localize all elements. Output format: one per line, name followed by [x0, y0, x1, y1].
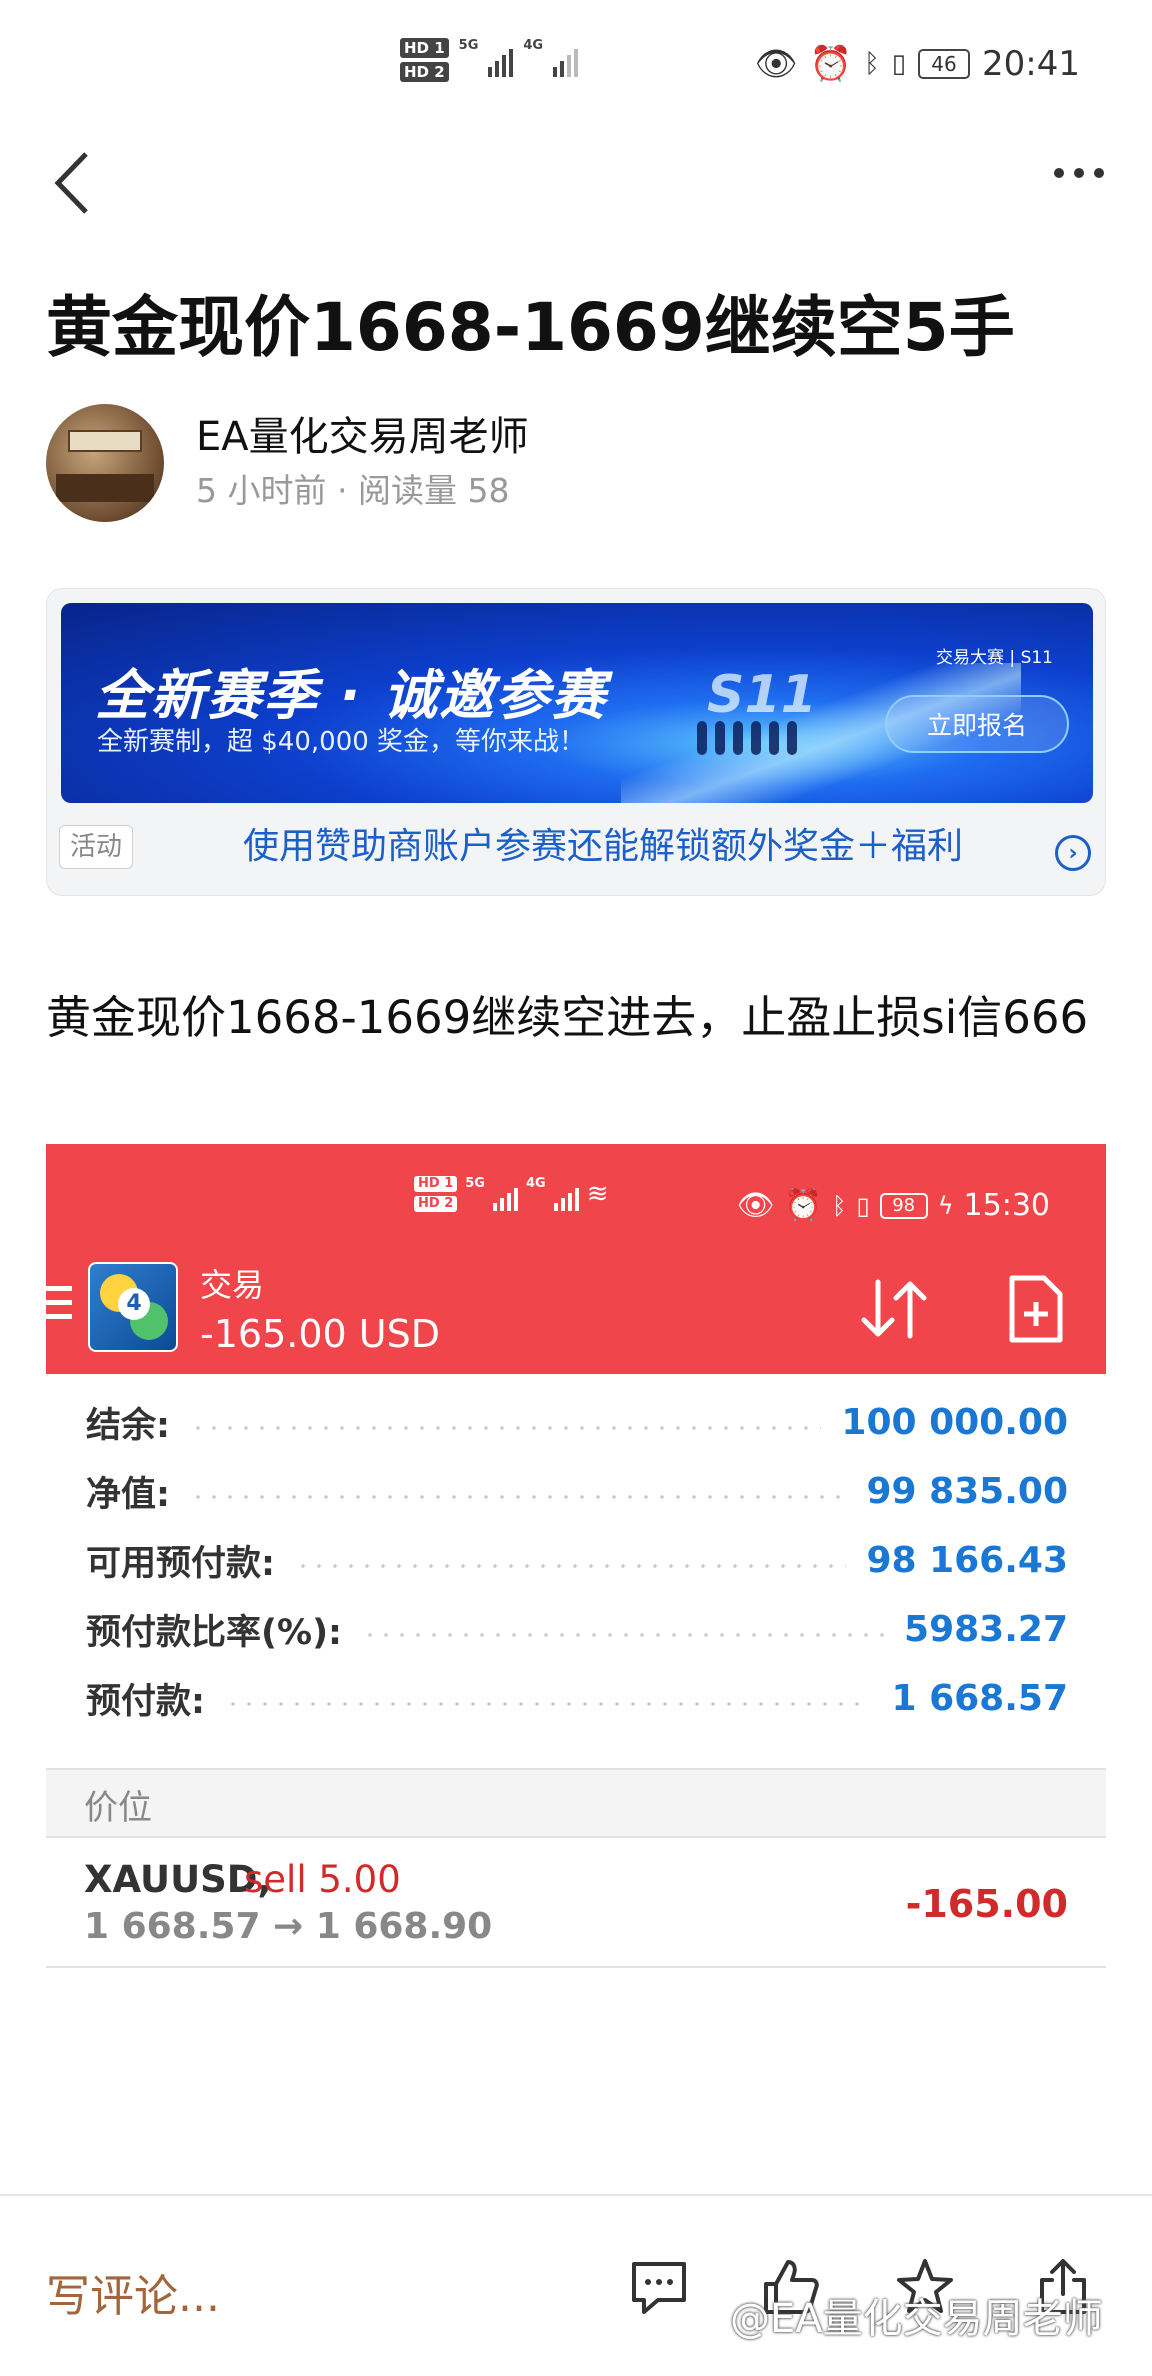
- sim2-badge: HD 2: [400, 62, 449, 82]
- register-button[interactable]: 立即报名: [885, 695, 1069, 753]
- balance-row: 结余: 100 000.00: [46, 1388, 1106, 1457]
- signal-weak-icon: [553, 43, 579, 77]
- wifi-icon: ≋: [586, 1179, 609, 1209]
- bluetooth-icon: ᛒ: [832, 1191, 847, 1220]
- comment-input[interactable]: 写评论...: [46, 2260, 220, 2324]
- ad-brand: 交易大赛 | S11: [936, 648, 1053, 668]
- back-icon[interactable]: [52, 150, 92, 216]
- vibrate-icon: ▯: [856, 1191, 870, 1220]
- equity-row: 净值: 99 835.00: [46, 1457, 1106, 1526]
- ad-banner[interactable]: 全新赛季 · 诚邀参赛 全新赛制，超 $40,000 奖金，等你来战！ S11 …: [61, 603, 1093, 803]
- ad-tag: 活动: [59, 825, 134, 869]
- signal-icon: [553, 1177, 579, 1211]
- author-name[interactable]: EA量化交易周老师: [196, 409, 529, 465]
- row-value: 1 668.57: [891, 1678, 1068, 1719]
- ad-link[interactable]: 使用赞助商账户参赛还能解锁额外奖金＋福利: [243, 819, 963, 875]
- comment-icon[interactable]: [628, 2256, 690, 2318]
- signal-icon: [488, 43, 514, 77]
- ad-card[interactable]: 全新赛季 · 诚邀参赛 全新赛制，超 $40,000 奖金，等你来战！ S11 …: [46, 588, 1106, 896]
- chevron-right-icon[interactable]: ›: [1055, 835, 1091, 871]
- clock: 15:30: [963, 1188, 1050, 1223]
- net1-label: 5G: [458, 38, 479, 53]
- net2-label: 4G: [523, 38, 544, 53]
- sim1-badge: HD 1: [414, 1176, 458, 1192]
- ad-season-badge: S11: [707, 665, 817, 725]
- eye-icon: 👁: [754, 44, 798, 84]
- free-margin-row: 可用预付款: 98 166.43: [46, 1526, 1106, 1595]
- row-label: 可用预付款:: [86, 1544, 275, 1584]
- watermark: @EA量化交易周老师: [730, 2296, 1103, 2342]
- position-row[interactable]: XAUUSD, sell 5.00 1 668.57 → 1 668.90 -1…: [46, 1838, 1106, 1968]
- article-body: 黄金现价1668-1669继续空进去，止盈止损si信666: [46, 991, 1089, 1044]
- position-profit: -165.00: [905, 1882, 1068, 1926]
- row-value: 98 166.43: [866, 1540, 1068, 1581]
- author-block[interactable]: EA量化交易周老师 5 小时前 · 阅读量 58: [46, 404, 529, 522]
- net2-label: 4G: [525, 1176, 546, 1191]
- avatar[interactable]: [46, 404, 164, 522]
- net1-label: 5G: [465, 1176, 485, 1191]
- position-side: sell 5.00: [244, 1858, 401, 1901]
- positions-header: 价位: [46, 1768, 1106, 1838]
- article-meta: 5 小时前 · 阅读量 58: [196, 471, 510, 510]
- alarm-icon: ⏰: [809, 44, 853, 84]
- sim-indicators: HD 1 HD 2 5G 4G: [400, 38, 579, 82]
- bluetooth-icon: ᛒ: [864, 49, 880, 79]
- row-value: 99 835.00: [866, 1471, 1068, 1512]
- battery-icon: 46: [918, 49, 971, 79]
- margin-row: 预付款: 1 668.57: [46, 1664, 1106, 1733]
- eye-icon: 👁: [736, 1188, 775, 1223]
- row-label: 预付款:: [86, 1682, 205, 1722]
- sort-icon[interactable]: [856, 1274, 932, 1344]
- row-label: 净值:: [86, 1475, 170, 1515]
- metatrader-logo-icon: 4: [88, 1262, 178, 1352]
- account-summary: 结余: 100 000.00 净值: 99 835.00 可用预付款: 98 1…: [46, 1388, 1106, 1733]
- row-value: 100 000.00: [841, 1402, 1068, 1443]
- signal-icon: [492, 1177, 518, 1211]
- vibrate-icon: ▯: [891, 49, 907, 79]
- row-label: 预付款比率(%):: [86, 1613, 343, 1653]
- sim2-badge: HD 2: [414, 1196, 458, 1212]
- new-order-icon[interactable]: [1008, 1274, 1064, 1344]
- row-value: 5983.27: [904, 1609, 1068, 1650]
- status-bar: HD 1 HD 2 5G 4G 👁 ⏰ ᛒ ▯ 46 20:41: [0, 0, 1152, 130]
- alarm-icon: ⏰: [784, 1188, 823, 1223]
- charging-icon: ϟ: [937, 1191, 954, 1220]
- margin-level-row: 预付款比率(%): 5983.27: [46, 1595, 1106, 1664]
- article-title: 黄金现价1668-1669继续空5手: [46, 289, 1015, 366]
- ad-subline: 全新赛制，超 $40,000 奖金，等你来战！: [97, 727, 586, 757]
- status-right: 👁 ⏰ ᛒ ▯ 46 20:41: [755, 44, 1080, 84]
- trade-screenshot[interactable]: HD 1 HD 2 5G 4G ≋ 👁 ⏰ ᛒ ▯ 98 ϟ 15:30 4 交…: [46, 1144, 1106, 1974]
- more-icon[interactable]: [1054, 168, 1104, 178]
- battery-icon: 98: [879, 1192, 928, 1219]
- screen-title: 交易: [200, 1266, 265, 1304]
- positions-header-label: 价位: [84, 1788, 152, 1828]
- clock: 20:41: [982, 44, 1080, 84]
- screenshot-header: HD 1 HD 2 5G 4G ≋ 👁 ⏰ ᛒ ▯ 98 ϟ 15:30 4 交…: [46, 1144, 1106, 1374]
- position-prices: 1 668.57 → 1 668.90: [84, 1906, 493, 1947]
- runners-graphic: [697, 721, 797, 755]
- total-profit: -165.00 USD: [200, 1312, 440, 1356]
- sim1-badge: HD 1: [400, 38, 449, 58]
- ad-headline: 全新赛季 · 诚邀参赛: [95, 664, 608, 727]
- bottom-bar: 写评论... @EA量化交易周老师: [0, 2194, 1152, 2376]
- row-label: 结余:: [86, 1406, 170, 1446]
- menu-icon[interactable]: [46, 1286, 72, 1319]
